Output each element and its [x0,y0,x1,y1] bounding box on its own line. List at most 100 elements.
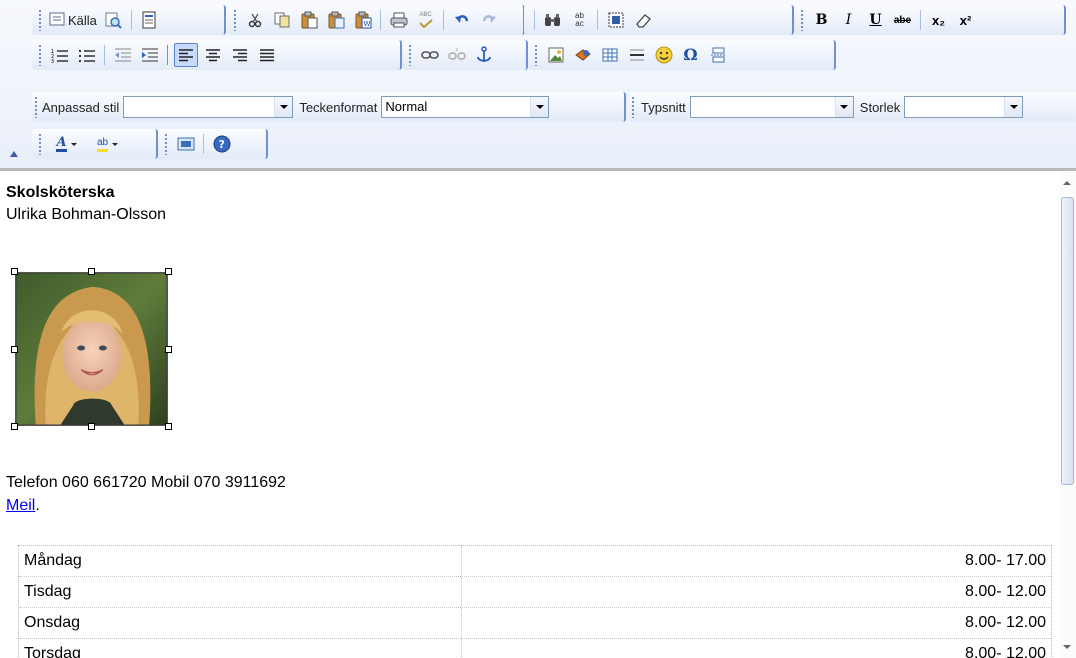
outdent-icon [114,47,132,63]
justify-button[interactable] [255,43,279,67]
scroll-down-icon[interactable] [1063,645,1071,649]
page-break-button[interactable] [706,43,730,67]
undo-button[interactable] [450,8,474,32]
day-cell[interactable]: Måndag [19,546,462,576]
resize-handle-n[interactable] [88,268,95,275]
horizontal-rule-icon [629,48,645,62]
format-value: Normal [385,99,428,114]
unlink-button[interactable] [445,43,469,67]
table-row[interactable]: Torsdag 8.00- 12.00 [19,639,1051,658]
subscript-button[interactable]: x₂ [927,8,951,32]
resize-handle-se[interactable] [165,423,172,430]
link-button[interactable] [418,43,442,67]
toolbar-separator [203,134,204,154]
spellcheck-button[interactable]: ABC [414,8,438,32]
resize-handle-sw[interactable] [11,423,18,430]
chevron-down-icon[interactable] [834,97,853,117]
day-cell[interactable]: Tisdag [19,577,462,607]
underline-button[interactable]: U [864,8,888,32]
resize-handle-w[interactable] [11,346,18,353]
cut-button[interactable] [243,8,267,32]
find-button[interactable] [541,8,565,32]
scroll-up-icon[interactable] [1063,181,1071,185]
day-cell[interactable]: Onsdag [19,608,462,638]
horizontal-rule-button[interactable] [625,43,649,67]
toolbar-grip[interactable] [408,44,412,66]
templates-button[interactable] [137,8,161,32]
replace-button[interactable]: ab ac [568,8,592,32]
chevron-down-icon[interactable] [530,97,549,117]
resize-handle-nw[interactable] [11,268,18,275]
anchor-button[interactable] [472,43,496,67]
toolbar-collapse-icon[interactable] [10,151,18,157]
subscript-icon: x₂ [931,12,945,28]
image-button[interactable] [544,43,568,67]
italic-button[interactable]: I [837,8,861,32]
smiley-button[interactable] [652,43,676,67]
outdent-button[interactable] [111,43,135,67]
bg-color-button[interactable]: ab [89,132,127,156]
show-blocks-button[interactable] [174,132,198,156]
mail-link[interactable]: Meil [6,497,35,514]
toolbar-grip[interactable] [233,9,237,31]
table-row[interactable]: Onsdag 8.00- 12.00 [19,608,1051,639]
about-button[interactable]: ? [210,132,234,156]
time-cell[interactable]: 8.00- 17.00 [462,546,1051,576]
indent-button[interactable] [138,43,162,67]
chevron-down-icon[interactable] [1004,97,1023,117]
resize-handle-ne[interactable] [165,268,172,275]
copy-button[interactable] [270,8,294,32]
superscript-button[interactable]: x² [954,8,978,32]
toolbar-grip[interactable] [631,96,635,118]
paste-text-button[interactable] [324,8,348,32]
resize-handle-e[interactable] [165,346,172,353]
size-combo[interactable] [904,96,1024,118]
time-cell[interactable]: 8.00- 12.00 [462,639,1051,658]
align-right-button[interactable] [228,43,252,67]
align-center-button[interactable] [201,43,225,67]
vertical-scrollbar[interactable] [1060,171,1076,658]
select-all-button[interactable] [604,8,628,32]
chevron-down-icon[interactable] [274,97,293,117]
font-combo[interactable] [689,96,854,118]
time-cell[interactable]: 8.00- 12.00 [462,577,1051,607]
source-button[interactable]: Källa [46,9,100,31]
paste-icon [300,11,318,29]
toolbar-grip[interactable] [534,44,538,66]
special-char-button[interactable]: Ω [679,43,703,67]
style-combo[interactable] [123,96,294,118]
resize-handle-s[interactable] [88,423,95,430]
print-button[interactable] [387,8,411,32]
paste-button[interactable] [297,8,321,32]
table-row[interactable]: Tisdag 8.00- 12.00 [19,577,1051,608]
preview-button[interactable] [101,8,125,32]
day-cell[interactable]: Torsdag [19,639,462,658]
bold-button[interactable]: B [810,8,834,32]
toolbar-grip[interactable] [38,44,42,66]
remove-format-button[interactable] [631,8,655,32]
selected-photo[interactable] [11,268,172,430]
bulleted-list-button[interactable] [75,43,99,67]
opening-hours-table: Måndag 8.00- 17.00 Tisdag 8.00- 12.00 On… [18,545,1052,658]
flash-button[interactable] [571,43,595,67]
redo-button[interactable] [477,8,501,32]
time-cell[interactable]: 8.00- 12.00 [462,608,1051,638]
align-left-button[interactable] [173,43,198,67]
text-color-button[interactable]: A [48,132,86,156]
toolbar-grip[interactable] [38,133,42,155]
editor-content[interactable]: Skolsköterska Ulrika Bohman-Olsson Telef… [0,171,1060,658]
toolbar-grip[interactable] [38,9,42,31]
toolbar-grip[interactable] [800,9,804,31]
scroll-thumb[interactable] [1061,197,1074,485]
numbered-list-button[interactable]: 123 [48,43,72,67]
staff-photo[interactable] [15,272,168,426]
paste-word-button[interactable]: W [351,8,375,32]
toolbar-grip[interactable] [34,96,38,118]
format-combo[interactable]: Normal [381,96,550,118]
strike-button[interactable]: abe [891,8,915,32]
table-row[interactable]: Måndag 8.00- 17.00 [19,546,1051,577]
preview-icon [104,11,123,29]
table-button[interactable] [598,43,622,67]
align-left-icon [178,48,194,62]
toolbar-grip[interactable] [164,133,168,155]
